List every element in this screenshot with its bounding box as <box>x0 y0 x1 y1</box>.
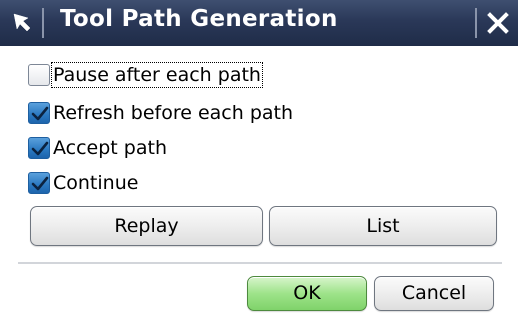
titlebar-separator <box>475 8 477 38</box>
close-icon[interactable] <box>486 11 510 35</box>
option-refresh-before-each-path[interactable]: Refresh before each path <box>28 98 294 128</box>
tool-path-generation-dialog: Tool Path Generation Pause after each pa… <box>0 0 518 318</box>
list-button[interactable]: List <box>269 206 497 246</box>
option-accept-path[interactable]: Accept path <box>28 133 168 163</box>
option-label: Continue <box>53 172 139 194</box>
titlebar-separator <box>42 8 44 38</box>
footer-divider <box>18 262 502 265</box>
option-label: Refresh before each path <box>53 102 294 124</box>
pause-after-each-path-checkbox[interactable] <box>28 64 50 86</box>
checkmark-icon <box>31 106 49 121</box>
option-label: Accept path <box>53 137 167 159</box>
dialog-title: Tool Path Generation <box>60 6 338 32</box>
option-label: Pause after each path <box>51 62 263 88</box>
option-continue[interactable]: Continue <box>28 168 139 198</box>
dialog-titlebar[interactable]: Tool Path Generation <box>0 0 518 46</box>
ok-button[interactable]: OK <box>247 276 367 311</box>
checkmark-icon <box>31 176 49 191</box>
pointer-arrow-icon <box>13 13 31 32</box>
refresh-before-each-path-checkbox[interactable] <box>28 102 50 124</box>
replay-button[interactable]: Replay <box>30 206 263 246</box>
checkmark-icon <box>31 141 49 156</box>
continue-checkbox[interactable] <box>28 172 50 194</box>
cancel-button[interactable]: Cancel <box>374 276 494 311</box>
accept-path-checkbox[interactable] <box>28 137 50 159</box>
option-pause-after-each-path[interactable]: Pause after each path <box>28 60 263 90</box>
